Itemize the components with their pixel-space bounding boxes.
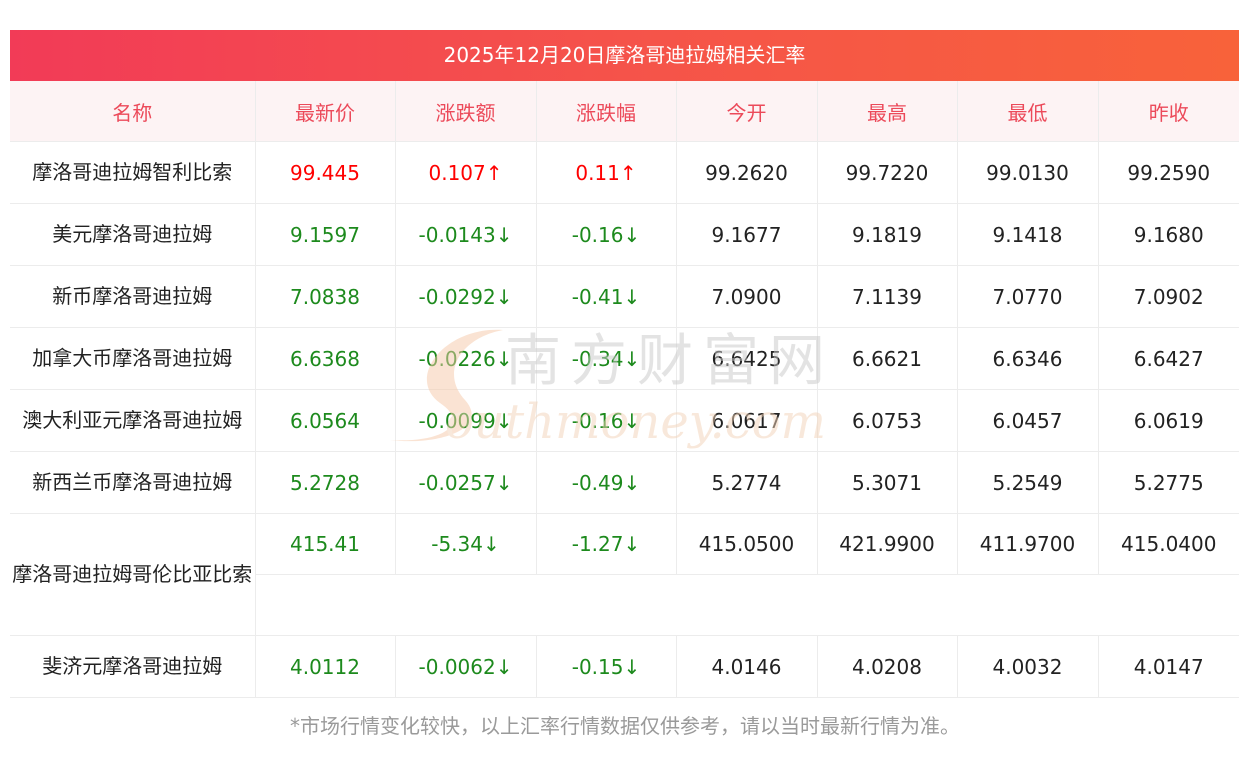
currency-pair-name: 澳大利亚元摩洛哥迪拉姆 — [10, 389, 256, 452]
latest-price: 6.6368 — [254, 327, 396, 390]
table-header-row: 名称 最新价 涨跌额 涨跌幅 今开 最高 最低 昨收 — [10, 81, 1239, 142]
open-price: 9.1677 — [675, 203, 818, 266]
high-price: 6.6621 — [816, 327, 958, 390]
change-amount: -0.0257↓ — [394, 451, 537, 514]
latest-price: 9.1597 — [254, 203, 396, 266]
currency-pair-name: 新币摩洛哥迪拉姆 — [10, 265, 256, 328]
table-row: 斐济元摩洛哥迪拉姆 4.0112 -0.0062↓ -0.15↓ 4.0146 4.020… — [10, 635, 1239, 698]
currency-pair-name: 摩洛哥迪拉姆哥伦比亚比索 — [10, 513, 256, 636]
low-price: 6.0457 — [956, 389, 1099, 452]
header-high: 最高 — [816, 81, 958, 142]
header-open: 今开 — [675, 81, 818, 142]
open-price: 5.2774 — [675, 451, 818, 514]
prev-close: 7.0902 — [1097, 265, 1239, 328]
change-amount: -5.34↓ — [394, 513, 537, 575]
latest-price: 7.0838 — [254, 265, 396, 328]
high-price: 99.7220 — [816, 141, 958, 204]
header-latest: 最新价 — [254, 81, 396, 142]
low-price: 5.2549 — [956, 451, 1099, 514]
table-row: 新西兰币摩洛哥迪拉姆 5.2728 -0.0257↓ -0.49↓ 5.2774 5.30… — [10, 451, 1239, 514]
change-pct: -0.15↓ — [535, 635, 677, 698]
low-price: 4.0032 — [956, 635, 1099, 698]
change-amount: 0.107↑ — [394, 141, 537, 204]
table-row: 摩洛哥迪拉姆哥伦比亚比索 415.41 -5.34↓ -1.27↓ 415.0500 42… — [10, 513, 1239, 636]
panel-title: 2025年12月20日摩洛哥迪拉姆相关汇率 — [10, 30, 1239, 81]
low-price: 9.1418 — [956, 203, 1099, 266]
prev-close: 6.6427 — [1097, 327, 1239, 390]
low-price: 99.0130 — [956, 141, 1099, 204]
currency-pair-name: 加拿大币摩洛哥迪拉姆 — [10, 327, 256, 390]
table-row: 新币摩洛哥迪拉姆 7.0838 -0.0292↓ -0.41↓ 7.0900 7.1139… — [10, 265, 1239, 328]
table-row: 澳大利亚元摩洛哥迪拉姆 6.0564 -0.0099↓ -0.16↓ 6.0617 6.0… — [10, 389, 1239, 452]
currency-pair-name: 摩洛哥迪拉姆智利比索 — [10, 141, 256, 204]
empty-cell — [255, 574, 1239, 636]
header-change: 涨跌额 — [394, 81, 537, 142]
low-price: 411.9700 — [956, 513, 1099, 575]
prev-close: 99.2590 — [1097, 141, 1239, 204]
prev-close: 4.0147 — [1097, 635, 1239, 698]
header-name: 名称 — [10, 81, 256, 142]
change-amount: -0.0292↓ — [394, 265, 537, 328]
low-price: 6.6346 — [956, 327, 1099, 390]
prev-close: 5.2775 — [1097, 451, 1239, 514]
rate-panel: 2025年12月20日摩洛哥迪拉姆相关汇率 名称 最新价 涨跌额 涨跌幅 今开 … — [10, 30, 1239, 698]
change-pct: -1.27↓ — [535, 513, 677, 575]
high-price: 9.1819 — [816, 203, 958, 266]
open-price: 6.0617 — [675, 389, 818, 452]
header-prev-close: 昨收 — [1097, 81, 1239, 142]
table-row: 美元摩洛哥迪拉姆 9.1597 -0.0143↓ -0.16↓ 9.1677 9.1819… — [10, 203, 1239, 266]
high-price: 6.0753 — [816, 389, 958, 452]
latest-price: 99.445 — [254, 141, 396, 204]
latest-price: 5.2728 — [254, 451, 396, 514]
currency-pair-name: 斐济元摩洛哥迪拉姆 — [10, 635, 256, 698]
header-change-pct: 涨跌幅 — [535, 81, 677, 142]
change-pct: -0.16↓ — [535, 389, 677, 452]
high-price: 4.0208 — [816, 635, 958, 698]
prev-close: 6.0619 — [1097, 389, 1239, 452]
high-price: 5.3071 — [816, 451, 958, 514]
disclaimer-footer: *市场行情变化较快，以上汇率行情数据仅供参考，请以当时最新行情为准。 — [290, 714, 960, 738]
prev-close: 415.0400 — [1097, 513, 1239, 575]
open-price: 415.0500 — [675, 513, 818, 575]
change-pct: 0.11↑ — [535, 141, 677, 204]
high-price: 7.1139 — [816, 265, 958, 328]
latest-price: 6.0564 — [254, 389, 396, 452]
open-price: 99.2620 — [675, 141, 818, 204]
open-price: 4.0146 — [675, 635, 818, 698]
open-price: 7.0900 — [675, 265, 818, 328]
currency-pair-name: 新西兰币摩洛哥迪拉姆 — [10, 451, 256, 514]
currency-pair-name: 美元摩洛哥迪拉姆 — [10, 203, 256, 266]
change-amount: -0.0143↓ — [394, 203, 537, 266]
change-pct: -0.34↓ — [535, 327, 677, 390]
high-price: 421.9900 — [816, 513, 958, 575]
change-amount: -0.0099↓ — [394, 389, 537, 452]
open-price: 6.6425 — [675, 327, 818, 390]
change-pct: -0.16↓ — [535, 203, 677, 266]
latest-price: 4.0112 — [254, 635, 396, 698]
change-amount: -0.0226↓ — [394, 327, 537, 390]
latest-price: 415.41 — [254, 513, 396, 575]
change-amount: -0.0062↓ — [394, 635, 537, 698]
change-pct: -0.49↓ — [535, 451, 677, 514]
table-row: 摩洛哥迪拉姆智利比索 99.445 0.107↑ 0.11↑ 99.2620 99.722… — [10, 141, 1239, 204]
change-pct: -0.41↓ — [535, 265, 677, 328]
header-low: 最低 — [956, 81, 1099, 142]
table-row: 加拿大币摩洛哥迪拉姆 6.6368 -0.0226↓ -0.34↓ 6.6425 6.66… — [10, 327, 1239, 390]
low-price: 7.0770 — [956, 265, 1099, 328]
rate-table: 名称 最新价 涨跌额 涨跌幅 今开 最高 最低 昨收 摩洛哥迪拉姆智利比索 99.… — [10, 81, 1239, 698]
prev-close: 9.1680 — [1097, 203, 1239, 266]
